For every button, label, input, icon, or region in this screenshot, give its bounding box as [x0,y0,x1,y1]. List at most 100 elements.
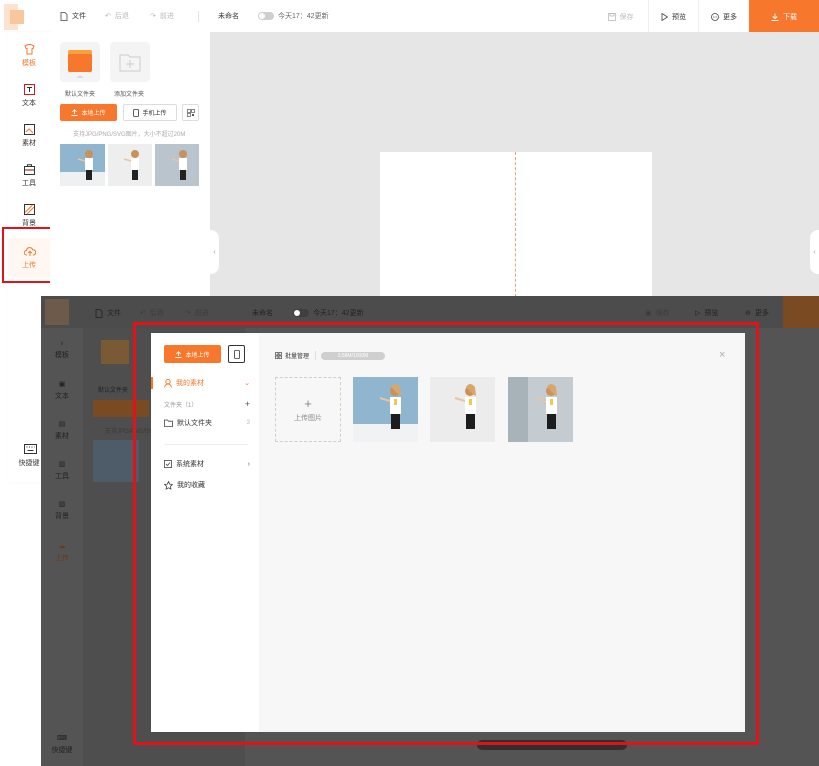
add-folder-label: 添加文件夹 [113,92,144,98]
preview-label: 预览 [672,13,686,21]
upload-panel: 默认文件夹 添加文件夹 本地上传 手机上传 支持JPG/PNG/SVG图片，大小… [50,32,210,302]
background-icon: ▧ [58,500,66,508]
dimmed-sidebar-item: ▥ 工具 [41,450,83,490]
keyboard-icon [23,444,37,455]
modal-highlight-box [133,322,759,745]
dimmed-sidebar-item: ▣ 文本 [41,370,83,410]
template-icon: ♁ [59,340,65,347]
more-button[interactable]: 更多 [698,0,749,33]
phone-upload-button[interactable]: 手机上传 [123,104,177,121]
save-icon: ▣ [645,310,652,317]
folder-icon [68,50,92,78]
undo-icon: ↶ [105,13,111,20]
dimmed-sidebar-item: ▤ 素材 [41,410,83,450]
dimmed-toggle [293,309,309,317]
sidebar-item-label: 模板 [22,60,36,67]
shortcut-label: 快捷键 [18,460,40,467]
sidebar-item-tools[interactable]: 工具 [8,156,50,196]
upload-support-hint: 支持JPG/PNG/SVG图片，大小不超过20M [73,132,186,138]
dimmed-more: ⊖ 更多 [745,308,769,318]
uploaded-image-thumb[interactable] [108,144,152,186]
file-icon [60,11,68,21]
default-folder-card[interactable] [60,42,100,82]
dimmed-shortcut-label: 快捷键 [51,746,73,754]
dimmed-title-text: 未命名 [252,310,273,317]
upload-cloud-icon: ☁ [58,542,66,550]
dimmed-save-label: 保存 [655,310,670,317]
file-label: 文件 [72,13,86,20]
dimmed-preview-label: 预览 [704,310,719,317]
dimmed-redo: ↷ 前进 [185,308,209,318]
sidebar-item-label: 工具 [22,180,36,187]
toolbar-divider [198,11,199,22]
dimmed-autosave: 今天17：42更新 [293,308,364,318]
save-label: 保存 [619,13,634,21]
add-folder-card[interactable] [110,42,150,82]
local-upload-label: 本地上传 [81,111,106,117]
text-icon [23,84,35,95]
sidebar-item-template[interactable]: 模板 [8,36,50,76]
sidebar-item-label: 文本 [22,100,36,107]
undo-label: 后退 [114,13,129,20]
undo-icon: ↶ [140,310,146,317]
dimmed-sidebar: ♁ 模板 ▣ 文本 ▤ 素材 ▥ 工具 ▧ 背景 ☁ 上传 ⌨ 快捷键 [41,328,83,766]
dimmed-sidebar-item: ♁ 模板 [41,330,83,370]
sidebar-item-text[interactable]: 文本 [8,76,50,116]
autosave-toggle[interactable] [258,12,274,20]
play-icon [661,12,668,21]
keyboard-icon: ⌨ [56,734,68,742]
text-icon: ▣ [58,380,66,388]
canvas-area: ‹ ‹ [210,32,819,302]
undo-button[interactable]: ↶ 后退 [105,11,129,21]
save-button[interactable]: 保存 [595,0,646,33]
dimmed-sidebar-label: 文本 [55,392,69,400]
redo-label: 前进 [159,13,174,20]
more-label: 更多 [723,13,737,21]
download-button[interactable]: 下载 [749,0,819,33]
download-label: 下载 [783,13,797,21]
dimmed-folder [101,340,129,364]
dimmed-undo: ↶ 后退 [140,308,164,318]
dimmed-download [783,296,819,328]
presenter-image [60,150,105,186]
more-icon [711,12,719,21]
local-upload-button[interactable]: 本地上传 [60,104,117,121]
sidebar-item-material[interactable]: 素材 [8,116,50,156]
autosave-text: 今天17：42更新 [278,13,329,20]
chevron-left-icon: ‹ [213,248,216,256]
dimmed-redo-label: 前进 [194,310,209,317]
uploaded-image-thumb[interactable] [60,144,105,186]
add-folder-icon [119,54,141,72]
background-icon [23,204,35,215]
qr-code-button[interactable] [182,104,199,121]
canvas-page[interactable] [380,152,652,302]
document-title[interactable]: 未命名 [218,11,239,21]
toolbox-icon [23,164,35,175]
dimmed-sidebar-label: 背景 [55,512,69,520]
play-icon: ▷ [695,310,701,317]
qr-code-icon [186,108,195,117]
dimmed-logo [45,299,69,325]
save-icon [607,12,616,21]
material-icon: ▤ [58,420,66,428]
presenter-image [123,150,139,180]
app-logo [4,4,24,30]
file-menu[interactable]: 文件 [60,11,86,21]
dimmed-sidebar-label: 上传 [55,554,69,562]
dimmed-file-label: 文件 [107,310,121,317]
dimmed-folder-label: 默认文件夹 [98,388,129,394]
download-icon [771,13,779,21]
chevron-left-icon: ‹ [813,248,816,256]
preview-button[interactable]: 预览 [648,0,698,33]
panel-collapse-handle[interactable]: ‹ [210,230,219,274]
uploaded-image-thumb[interactable] [155,144,199,186]
document-title-text: 未命名 [218,13,239,20]
redo-button[interactable]: ↷ 前进 [150,11,174,21]
dimmed-sidebar-item: ▧ 背景 [41,490,83,530]
dimmed-title: 未命名 [252,308,273,318]
dimmed-shortcut: ⌨ 快捷键 [41,724,83,764]
dimmed-more-label: 更多 [754,310,769,317]
right-panel-handle[interactable]: ‹ [810,230,819,274]
autosave-status: 今天17：42更新 [258,11,329,21]
redo-icon: ↷ [185,310,191,317]
